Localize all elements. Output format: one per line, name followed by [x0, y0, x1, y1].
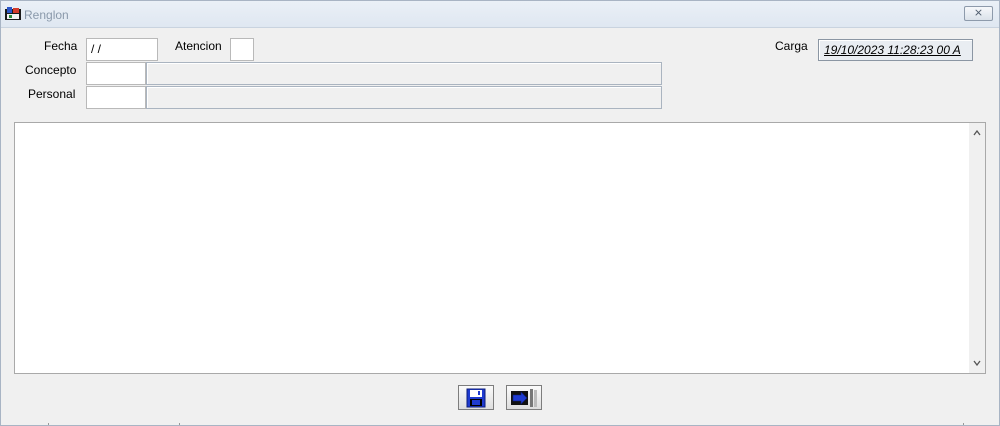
scroll-down-icon[interactable] — [969, 355, 985, 371]
window-title: Renglon — [24, 8, 69, 22]
floppy-disk-icon — [466, 388, 486, 407]
exit-door-icon — [511, 388, 537, 407]
memo-textarea[interactable] — [14, 122, 986, 374]
concepto-description-field — [146, 62, 662, 85]
personal-code-input[interactable] — [86, 86, 146, 109]
fecha-label: Fecha — [44, 39, 78, 53]
personal-description-field — [146, 86, 662, 109]
atencion-label: Atencion — [175, 39, 222, 53]
fecha-input[interactable]: / / — [86, 38, 158, 61]
carga-label: Carga — [775, 39, 808, 53]
personal-label: Personal — [28, 87, 76, 101]
renglon-window: Renglon ⨯ Fecha / / Atencion Carga 19/10… — [0, 0, 1000, 426]
title-bar[interactable]: Renglon ⨯ — [1, 1, 999, 28]
concepto-label: Concepto — [25, 63, 77, 77]
status-bar-edge — [48, 423, 964, 425]
carga-field: 19/10/2023 11:28:23 00 A — [818, 39, 973, 61]
save-button[interactable] — [458, 385, 494, 410]
close-button[interactable]: ⨯ — [964, 6, 993, 21]
concepto-code-input[interactable] — [86, 62, 146, 85]
scroll-up-icon[interactable] — [969, 125, 985, 141]
close-icon: ⨯ — [973, 7, 984, 19]
atencion-input[interactable] — [230, 38, 254, 61]
vertical-scrollbar[interactable] — [969, 123, 985, 373]
exit-button[interactable] — [506, 385, 542, 410]
app-icon — [5, 7, 21, 20]
